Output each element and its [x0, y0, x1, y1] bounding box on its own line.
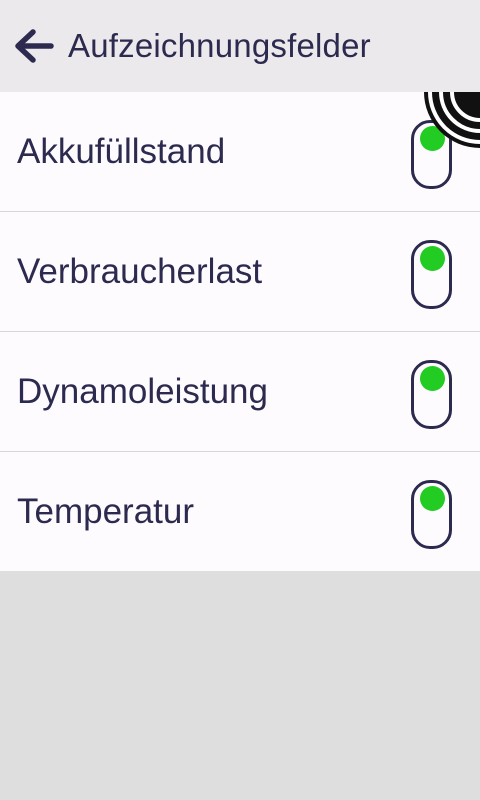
app-header: Aufzeichnungsfelder [0, 0, 480, 92]
field-label: Temperatur [17, 491, 195, 531]
field-row-verbraucherlast[interactable]: Verbraucherlast [0, 212, 480, 332]
toggle-knob [420, 486, 445, 511]
toggle-knob [420, 366, 445, 391]
field-label: Verbraucherlast [17, 251, 263, 291]
toggle-switch[interactable] [411, 480, 452, 549]
field-list: Akkufüllstand Verbraucherlast Dynamoleis… [0, 92, 480, 571]
field-row-dynamoleistung[interactable]: Dynamoleistung [0, 332, 480, 452]
field-row-temperatur[interactable]: Temperatur [0, 452, 480, 571]
field-row-akkufuellstand[interactable]: Akkufüllstand [0, 92, 480, 212]
wireless-signal-badge [424, 92, 480, 148]
wireless-signal-icon [424, 92, 480, 148]
page-title: Aufzeichnungsfelder [68, 27, 371, 64]
arrow-left-icon [15, 29, 54, 63]
toggle-knob [420, 246, 445, 271]
toggle-switch[interactable] [411, 360, 452, 429]
field-label: Dynamoleistung [17, 371, 268, 411]
screen: Aufzeichnungsfelder Akkufüllstand Verbra… [0, 0, 480, 800]
field-label: Akkufüllstand [17, 131, 226, 171]
toggle-switch[interactable] [411, 240, 452, 309]
back-button[interactable] [4, 0, 64, 92]
